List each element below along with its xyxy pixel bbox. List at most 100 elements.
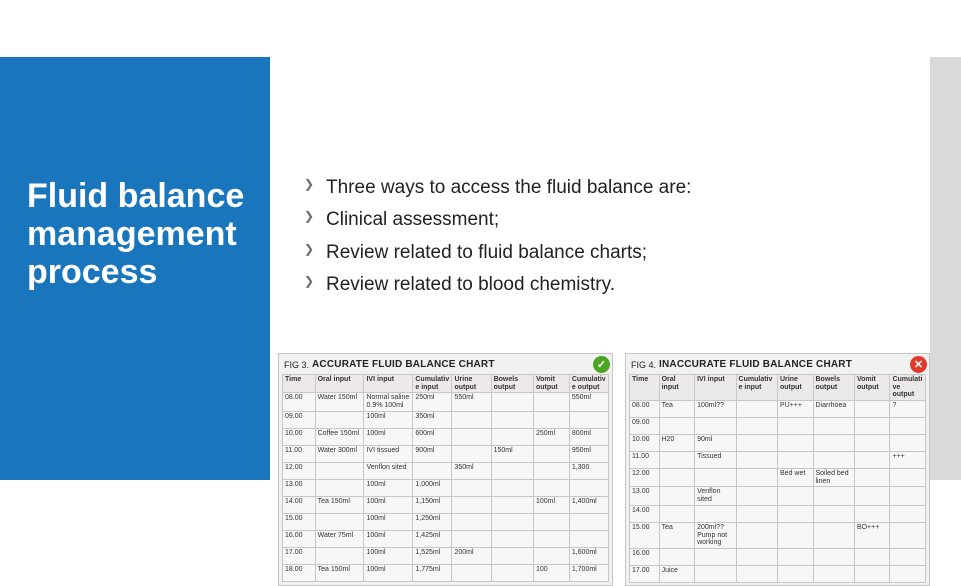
table-cell <box>854 565 890 582</box>
table-cell <box>491 462 533 479</box>
bullet-item: Clinical assessment; <box>296 204 916 236</box>
column-header: Bowels output <box>491 375 533 393</box>
column-header: IVI input <box>695 375 736 401</box>
table-cell <box>452 479 491 496</box>
table-cell: IVI tissued <box>364 445 413 462</box>
table-cell: 13.00 <box>630 487 660 505</box>
table-cell <box>659 505 695 522</box>
table-cell: 100ml <box>364 513 413 530</box>
table-cell <box>315 462 364 479</box>
table-cell <box>854 487 890 505</box>
table-cell: Tea <box>659 522 695 548</box>
table-row: 12.00Bed wetSoiled bed linen <box>630 469 926 487</box>
bullet-item: Review related to fluid balance charts; <box>296 237 916 269</box>
table-cell: Tea 150ml <box>315 496 364 513</box>
table-cell <box>695 505 736 522</box>
table-cell <box>452 530 491 547</box>
table-cell: 350ml <box>413 411 452 428</box>
table-cell <box>736 487 777 505</box>
table-cell <box>491 393 533 411</box>
table-row: 10.00H2090ml <box>630 435 926 452</box>
table-cell: PU+++ <box>777 401 813 418</box>
table-cell <box>890 418 926 435</box>
cross-icon: ✕ <box>910 356 927 373</box>
table-cell <box>491 530 533 547</box>
table-cell: 950ml <box>569 445 608 462</box>
table-row: 14.00Tea 150ml100ml1,150ml100ml1,400ml <box>283 496 609 513</box>
table-cell <box>890 522 926 548</box>
table-cell <box>890 435 926 452</box>
table-cell: 1,425ml <box>413 530 452 547</box>
table-cell <box>813 452 854 469</box>
bullet-item: Three ways to access the fluid balance a… <box>296 172 916 204</box>
table-cell <box>452 564 491 581</box>
table-row: 17.00Juice <box>630 565 926 582</box>
table-cell <box>695 565 736 582</box>
table-cell <box>777 522 813 548</box>
table-cell: 350ml <box>452 462 491 479</box>
table-cell: 1,400ml <box>569 496 608 513</box>
table-row: 09.00 <box>630 418 926 435</box>
column-header: Urine output <box>777 375 813 401</box>
table-cell <box>854 452 890 469</box>
table-cell <box>890 505 926 522</box>
table-cell: Water 150ml <box>315 393 364 411</box>
table-row: 11.00Water 300mlIVI tissued900ml150ml950… <box>283 445 609 462</box>
table-cell <box>491 411 533 428</box>
table-cell: 16.00 <box>283 530 316 547</box>
table-cell <box>777 505 813 522</box>
table-cell <box>736 418 777 435</box>
table-cell: 16.00 <box>630 548 660 565</box>
table-cell: 200ml?? Pump not working <box>695 522 736 548</box>
table-cell <box>777 565 813 582</box>
table-cell: 15.00 <box>283 513 316 530</box>
table-row: 18.00Tea 150ml100ml1,775ml1001,700ml <box>283 564 609 581</box>
table-cell <box>777 435 813 452</box>
table-cell <box>854 418 890 435</box>
table-cell <box>777 452 813 469</box>
decorative-right-band <box>930 57 961 480</box>
table-cell: 10.00 <box>283 428 316 445</box>
table-cell <box>890 487 926 505</box>
column-header: Cumulative output <box>890 375 926 401</box>
table-cell <box>452 496 491 513</box>
table-cell <box>533 411 569 428</box>
column-header: Oral input <box>659 375 695 401</box>
table-cell <box>659 452 695 469</box>
table-cell <box>533 445 569 462</box>
table-cell <box>315 479 364 496</box>
table-cell <box>736 505 777 522</box>
table-cell <box>854 435 890 452</box>
table-cell <box>890 469 926 487</box>
table-cell: BO+++ <box>854 522 890 548</box>
table-row: 08.00Water 150mlNormal saline 0.9% 100ml… <box>283 393 609 411</box>
table-cell: H20 <box>659 435 695 452</box>
table-row: 16.00 <box>630 548 926 565</box>
table-cell <box>315 513 364 530</box>
table-cell: 800ml <box>569 428 608 445</box>
table-cell <box>569 513 608 530</box>
table-cell: 1,525ml <box>413 547 452 564</box>
table-cell <box>491 496 533 513</box>
table-cell <box>533 547 569 564</box>
table-row: 08.00Tea100ml??PU+++Diarrhoea? <box>630 401 926 418</box>
table-cell: Juice <box>659 565 695 582</box>
table-cell: Venflon sited <box>364 462 413 479</box>
table-row: 11.00Tissued+++ <box>630 452 926 469</box>
table-cell: 1,000ml <box>413 479 452 496</box>
table-cell: 900ml <box>413 445 452 462</box>
table-cell <box>736 452 777 469</box>
table-cell: Normal saline 0.9% 100ml <box>364 393 413 411</box>
table-cell <box>491 479 533 496</box>
table-cell: 150ml <box>491 445 533 462</box>
table-cell <box>569 479 608 496</box>
table-cell <box>315 411 364 428</box>
table-cell <box>533 530 569 547</box>
table-cell <box>659 548 695 565</box>
table-cell: ? <box>890 401 926 418</box>
table-cell <box>890 565 926 582</box>
table-cell <box>813 548 854 565</box>
table-cell <box>777 418 813 435</box>
table-cell <box>659 418 695 435</box>
table-cell: 09.00 <box>283 411 316 428</box>
